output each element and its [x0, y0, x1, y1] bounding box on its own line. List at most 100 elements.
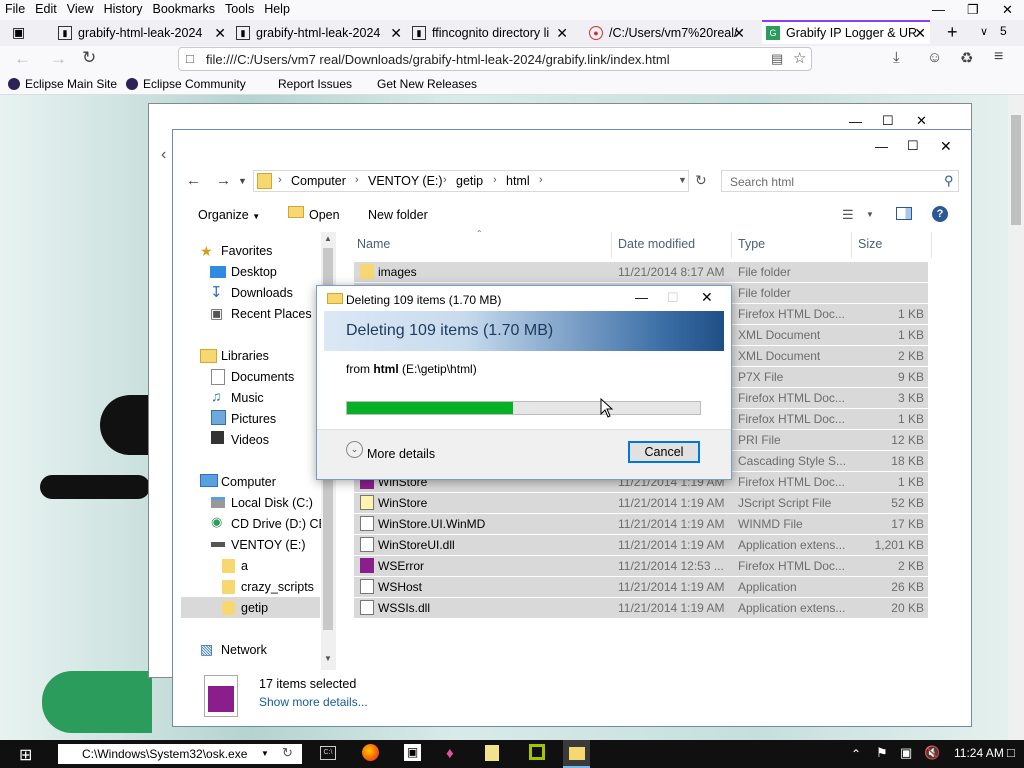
cat-app-icon[interactable]: ♦	[446, 745, 454, 762]
menu-history[interactable]: History	[99, 0, 148, 16]
file-row[interactable]: WinStore.UI.WinMD 11/21/2014 1:19 AM WINMD…	[354, 514, 928, 534]
go-refresh-icon[interactable]: ↻	[282, 745, 293, 761]
file-row[interactable]: images 11/21/2014 8:17 AM File folder	[354, 262, 928, 282]
restore-icon[interactable]: ❐	[967, 2, 979, 18]
volume-muted-icon[interactable]: 🔇	[924, 745, 940, 761]
nav-folder-getip[interactable]: getip	[241, 601, 268, 615]
more-details-toggle[interactable]: More details	[367, 447, 435, 461]
tab-overflow-icon[interactable]: ∨	[980, 25, 988, 38]
reader-view-icon[interactable]: ▤	[771, 51, 783, 67]
tab-3[interactable]: ▮ ffincognito directory li ✕	[412, 22, 568, 44]
app-icon[interactable]	[529, 744, 545, 760]
chevron-down-icon[interactable]: ▼	[261, 749, 269, 758]
close-icon[interactable]: ✕	[916, 113, 927, 129]
app-icon[interactable]: ▣	[404, 744, 421, 761]
maximize-icon[interactable]: ☐	[882, 113, 894, 129]
bookmark-report-issues[interactable]: Report Issues	[278, 77, 352, 91]
breadcrumb-getip[interactable]: getip	[456, 174, 483, 188]
nav-recent-places[interactable]: Recent Places	[231, 307, 312, 321]
nav-favorites[interactable]: Favorites	[221, 244, 272, 258]
chevron-down-icon[interactable]: ⌄	[346, 441, 363, 458]
cancel-button[interactable]: Cancel	[628, 441, 700, 463]
column-date-modified[interactable]: Date modified	[618, 237, 695, 251]
nav-music[interactable]: Music	[231, 391, 264, 405]
back-arrow-icon[interactable]: ‹	[161, 146, 166, 164]
scroll-down-icon[interactable]: ▼	[324, 654, 332, 663]
help-icon[interactable]: ?	[932, 206, 948, 222]
tab-2[interactable]: ▮ grabify-html-leak-2024 ✕	[236, 22, 402, 44]
nav-desktop[interactable]: Desktop	[231, 265, 277, 279]
close-icon[interactable]: ✕	[556, 25, 568, 42]
menu-help[interactable]: Help	[259, 0, 295, 16]
close-icon[interactable]: ✕	[214, 25, 226, 42]
tab-list-icon[interactable]: ▣	[12, 24, 25, 41]
minimize-icon[interactable]: —	[849, 114, 862, 129]
breadcrumb-html[interactable]: html	[506, 174, 530, 188]
scroll-up-icon[interactable]: ▲	[324, 234, 332, 243]
close-icon[interactable]: ✕	[914, 25, 926, 42]
notifications-icon[interactable]: □	[1007, 745, 1015, 760]
nav-downloads[interactable]: Downloads	[231, 286, 293, 300]
file-row[interactable]: WinStoreUI.dll 11/21/2014 1:19 AM Applicat…	[354, 535, 928, 555]
organize-button[interactable]: Organize ▼	[198, 208, 260, 222]
menu-view[interactable]: View	[62, 0, 99, 16]
new-tab-icon[interactable]: +	[947, 22, 958, 43]
column-type[interactable]: Type	[738, 237, 765, 251]
search-box[interactable]: Search html ⚲	[721, 170, 959, 192]
column-name[interactable]: Name	[357, 237, 390, 251]
notepad-icon[interactable]	[485, 745, 499, 761]
menu-file[interactable]: File	[0, 0, 30, 16]
maximize-icon[interactable]: ☐	[907, 138, 919, 154]
windows-start-icon[interactable]: ⊞	[19, 745, 32, 765]
nav-folder-a[interactable]: a	[241, 559, 248, 573]
nav-documents[interactable]: Documents	[231, 370, 294, 384]
nav-computer[interactable]: Computer	[221, 475, 276, 489]
page-scrollbar[interactable]	[1008, 95, 1024, 740]
bookmark-star-icon[interactable]: ☆	[793, 49, 806, 67]
network-icon[interactable]: ▣	[900, 745, 912, 761]
breadcrumb-computer[interactable]: Computer	[291, 174, 346, 188]
breadcrumb-ventoy[interactable]: VENTOY (E:)	[368, 174, 443, 188]
menu-edit[interactable]: Edit	[30, 0, 62, 16]
preview-pane-icon[interactable]	[896, 207, 912, 220]
nav-local-disk[interactable]: Local Disk (C:)	[231, 496, 313, 510]
flag-icon[interactable]: ⚑	[876, 745, 888, 761]
scrollbar-thumb[interactable]	[1011, 115, 1021, 225]
back-icon[interactable]: ←	[186, 172, 201, 189]
close-icon[interactable]: ✕	[733, 25, 745, 42]
recent-dropdown-icon[interactable]: ▼	[238, 176, 247, 186]
tab-5-active[interactable]: G Grabify IP Logger & UR ✕	[762, 20, 930, 44]
tab-4[interactable]: ● /C:/Users/vm7%20real/ ✕	[589, 22, 745, 44]
search-icon[interactable]: ⚲	[944, 173, 954, 189]
nav-pictures[interactable]: Pictures	[231, 412, 276, 426]
show-more-details-link[interactable]: Show more details...	[259, 695, 368, 709]
bookmark-eclipse-main[interactable]: Eclipse Main Site	[8, 77, 117, 91]
url-bar[interactable]: □ file:///C:/Users/vm7 real/Downloads/gr…	[178, 47, 812, 71]
minimize-icon[interactable]: —	[875, 139, 888, 154]
close-icon[interactable]: ✕	[701, 289, 713, 306]
file-row[interactable]: WSHost 11/21/2014 1:19 AM Application 26 KB	[354, 577, 928, 597]
forward-icon[interactable]: →	[50, 49, 67, 69]
minimize-icon[interactable]: —	[932, 2, 945, 17]
nav-ventoy[interactable]: VENTOY (E:)	[231, 538, 306, 552]
back-icon[interactable]: ←	[14, 49, 31, 69]
clock[interactable]: 11:24 AM	[954, 746, 1004, 760]
chevron-down-icon[interactable]: ▼	[866, 210, 874, 219]
firefox-icon[interactable]	[362, 744, 379, 761]
file-row[interactable]: WSError 11/21/2014 12:53 ... Firefox HTML …	[354, 556, 928, 576]
bookmark-eclipse-community[interactable]: Eclipse Community	[126, 77, 246, 91]
minimize-icon[interactable]: —	[635, 290, 648, 305]
nav-folder-crazy-scripts[interactable]: crazy_scripts	[241, 580, 314, 594]
refresh-icon[interactable]: ↻	[695, 172, 707, 189]
chevron-up-icon[interactable]: ⌃	[851, 747, 861, 761]
taskbar-address-input[interactable]: C:\Windows\System32\osk.exe ▼ ↻	[58, 744, 302, 764]
downloads-icon[interactable]: ⤓	[893, 49, 900, 66]
nav-cd-drive[interactable]: CD Drive (D:) CEN	[231, 517, 321, 531]
account-icon[interactable]: ☺	[927, 49, 942, 66]
close-icon[interactable]: ✕	[940, 138, 952, 155]
menu-tools[interactable]: Tools	[220, 0, 259, 16]
open-button[interactable]: Open	[309, 208, 340, 222]
from-path[interactable]: (E:\getip\html)	[402, 362, 477, 376]
column-size[interactable]: Size	[858, 237, 882, 251]
menu-hamburger-icon[interactable]: ≡	[994, 48, 1003, 66]
